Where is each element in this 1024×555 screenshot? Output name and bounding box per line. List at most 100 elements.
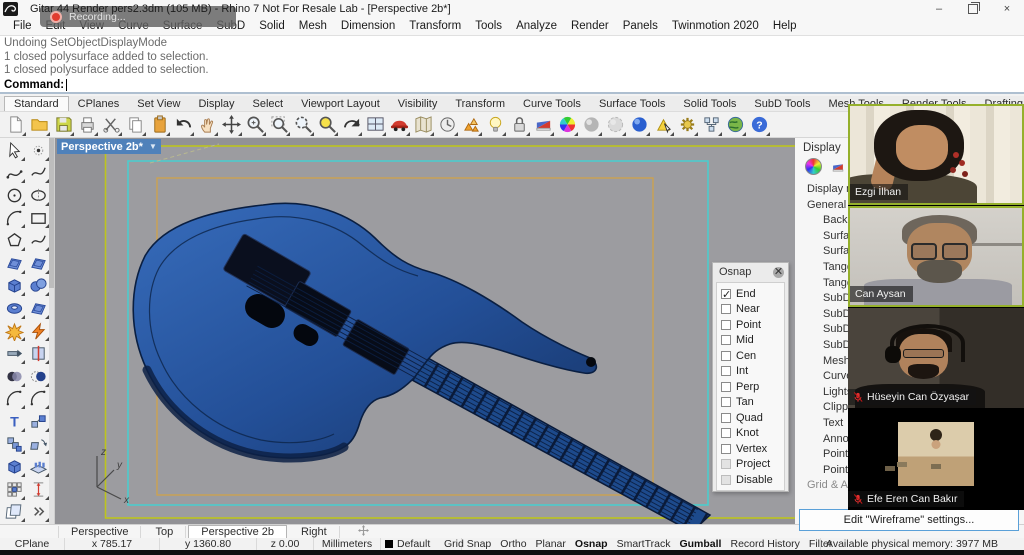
checkbox[interactable]: [721, 351, 731, 361]
boolean-difference-icon[interactable]: [26, 365, 50, 388]
array-icon[interactable]: [26, 455, 50, 478]
open-file-icon[interactable]: [27, 113, 51, 137]
zoom-selected-icon[interactable]: [315, 113, 339, 137]
ghosted-view-icon[interactable]: [603, 113, 627, 137]
menu-item[interactable]: Analyze: [509, 19, 564, 33]
viewport-tab-move-icon[interactable]: [358, 525, 369, 539]
video-participant-tile[interactable]: Ezgi İlhan: [848, 104, 1024, 205]
toolbar-tab[interactable]: Visibility: [389, 97, 447, 111]
command-input-line[interactable]: Command:: [0, 78, 1024, 94]
menu-item[interactable]: Help: [766, 19, 804, 33]
checkbox[interactable]: [721, 289, 731, 299]
paste-icon[interactable]: [147, 113, 171, 137]
layers-wedge-icon[interactable]: [531, 113, 555, 137]
close-icon[interactable]: ✕: [773, 267, 784, 278]
osnap-option[interactable]: Disable: [721, 472, 782, 488]
new-file-icon[interactable]: [3, 113, 27, 137]
cut-icon[interactable]: [99, 113, 123, 137]
select-cursor-icon[interactable]: [2, 139, 26, 162]
viewport-tab[interactable]: Top: [143, 526, 186, 538]
status-toggle[interactable]: SmartTrack: [617, 538, 671, 550]
toolbar-tab[interactable]: Solid Tools: [674, 97, 745, 111]
history-clock-icon[interactable]: [435, 113, 459, 137]
osnap-option[interactable]: Knot: [721, 426, 782, 442]
explode-icon[interactable]: [2, 320, 26, 343]
toolbar-tab[interactable]: Select: [244, 97, 293, 111]
toolbar-tab[interactable]: Set View: [128, 97, 189, 111]
display-mode-icon[interactable]: [830, 160, 846, 174]
point-icon[interactable]: [26, 139, 50, 162]
osnap-option[interactable]: Int: [721, 364, 782, 380]
cplane-cell[interactable]: CPlane: [0, 538, 65, 550]
sketch-curve-icon[interactable]: [26, 162, 50, 185]
spheres-icon[interactable]: [26, 275, 50, 298]
checkbox[interactable]: [721, 366, 731, 376]
viewport-layout-icon[interactable]: [363, 113, 387, 137]
status-toggle[interactable]: Record History: [730, 538, 799, 550]
viewport-tab[interactable]: Perspective: [58, 526, 141, 538]
status-toggle[interactable]: Ortho: [500, 538, 526, 550]
status-toggle[interactable]: Planar: [536, 538, 566, 550]
lock-icon[interactable]: [507, 113, 531, 137]
chevron-down-icon[interactable]: ▼: [149, 142, 157, 151]
print-icon[interactable]: [75, 113, 99, 137]
color-wheel-icon[interactable]: [555, 113, 579, 137]
osnap-option[interactable]: Point: [721, 317, 782, 333]
toolbar-tab[interactable]: Surface Tools: [590, 97, 674, 111]
help-icon[interactable]: ?: [747, 113, 771, 137]
earth-icon[interactable]: [723, 113, 747, 137]
menu-item[interactable]: Panels: [616, 19, 665, 33]
osnap-option[interactable]: Vertex: [721, 441, 782, 457]
boolean-blast-icon[interactable]: [26, 320, 50, 343]
menu-item[interactable]: Tools: [468, 19, 509, 33]
copy-objects-icon[interactable]: [2, 433, 26, 456]
toolbar-tab[interactable]: CPlanes: [69, 97, 129, 111]
menu-item[interactable]: File: [6, 19, 39, 33]
sweep-surface-icon[interactable]: [26, 297, 50, 320]
restore-button[interactable]: [956, 0, 990, 18]
checkbox[interactable]: [721, 304, 731, 314]
status-toggle[interactable]: Grid Snap: [444, 538, 491, 550]
block-icon[interactable]: [699, 113, 723, 137]
polygon-icon[interactable]: [2, 229, 26, 252]
circle-icon[interactable]: [2, 184, 26, 207]
osnap-option[interactable]: Near: [721, 302, 782, 318]
text-tool-icon[interactable]: T: [2, 410, 26, 433]
toolbar-tab[interactable]: Transform: [446, 97, 514, 111]
control-point-curve-icon[interactable]: [2, 162, 26, 185]
rendered-view-icon[interactable]: [627, 113, 651, 137]
freeform-curve-icon[interactable]: [26, 229, 50, 252]
rotate-icon[interactable]: [26, 433, 50, 456]
menu-item[interactable]: Transform: [402, 19, 468, 33]
checkbox[interactable]: [721, 413, 731, 423]
layout-sheets-icon[interactable]: [2, 501, 26, 524]
save-file-icon[interactable]: [51, 113, 75, 137]
arc-icon[interactable]: [2, 207, 26, 230]
checkbox[interactable]: [721, 320, 731, 330]
video-participant-tile[interactable]: Can Aysan: [848, 206, 1024, 307]
undo-icon[interactable]: [171, 113, 195, 137]
viewport-title-label[interactable]: Perspective 2b* ▼: [57, 139, 161, 154]
osnap-option[interactable]: Tan: [721, 395, 782, 411]
zoom-dynamic-icon[interactable]: [291, 113, 315, 137]
shaded-view-icon[interactable]: [579, 113, 603, 137]
checkbox[interactable]: [721, 382, 731, 392]
toolbar-tab[interactable]: Standard: [4, 96, 69, 111]
toolbar-tab[interactable]: Viewport Layout: [292, 97, 389, 111]
close-button[interactable]: ×: [990, 0, 1024, 18]
video-participant-tile[interactable]: Efe Eren Can Bakır: [848, 409, 1024, 510]
copy-icon[interactable]: [123, 113, 147, 137]
status-toggle[interactable]: Gumball: [679, 538, 721, 550]
dimension-icon[interactable]: [26, 478, 50, 501]
viewport-tab[interactable]: Perspective 2b: [188, 525, 287, 539]
solid-tools-icon[interactable]: [2, 455, 26, 478]
rectangle-icon[interactable]: [26, 207, 50, 230]
minimize-button[interactable]: –: [922, 0, 956, 18]
car-icon[interactable]: [387, 113, 411, 137]
osnap-option[interactable]: Project: [721, 457, 782, 473]
undo-view-icon[interactable]: [339, 113, 363, 137]
checkbox[interactable]: [721, 397, 731, 407]
sidebar-scrollbar[interactable]: [49, 138, 54, 524]
circle-axis-icon[interactable]: [26, 184, 50, 207]
boolean-union-icon[interactable]: [2, 365, 26, 388]
